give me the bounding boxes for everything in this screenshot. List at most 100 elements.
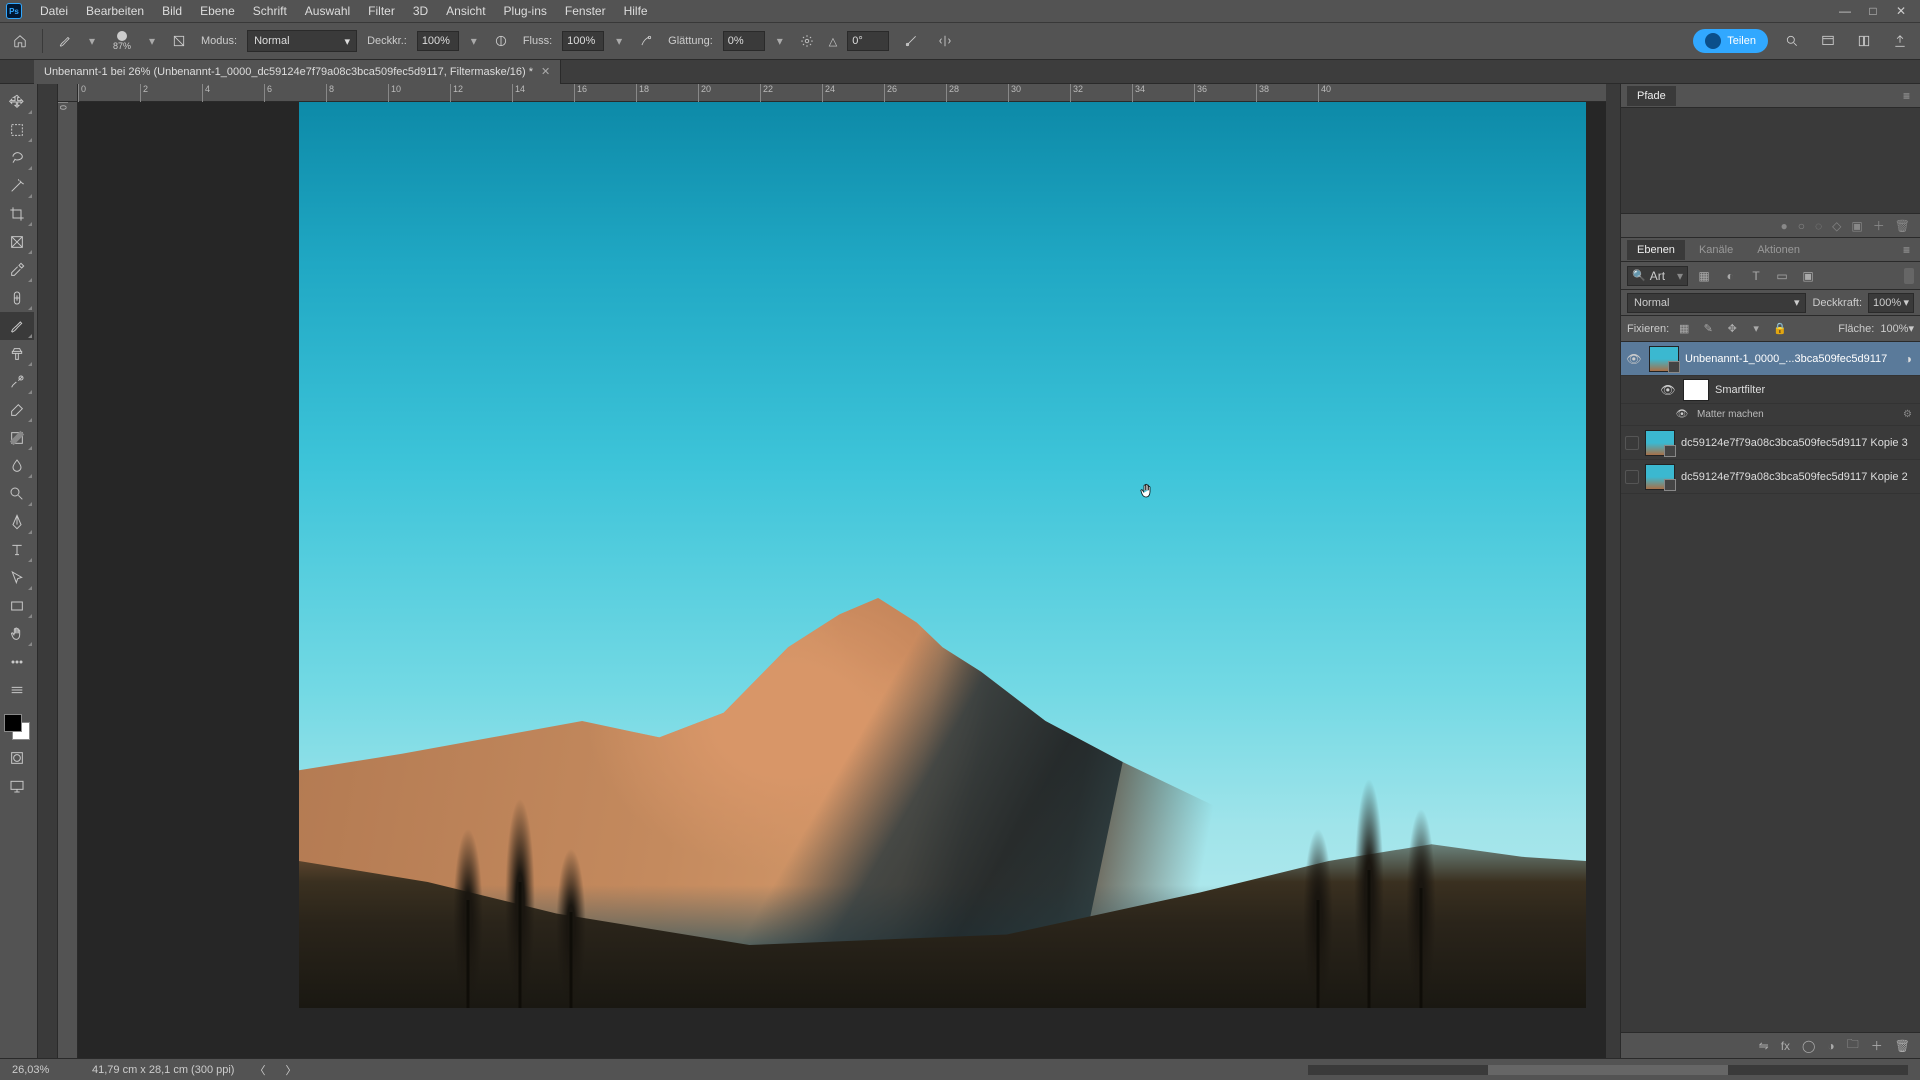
workspace-switcher[interactable] <box>1816 29 1840 53</box>
pen-tool[interactable] <box>0 508 34 536</box>
vertical-scrollbar[interactable] <box>1606 84 1620 1058</box>
menu-fenster[interactable]: Fenster <box>557 2 614 20</box>
window-maximize-button[interactable]: □ <box>1866 4 1880 18</box>
new-adjustment-layer-icon[interactable]: ◑ <box>1827 1039 1834 1053</box>
filter-shape-icon[interactable]: ▭ <box>1772 266 1792 286</box>
share-button[interactable]: Teilen <box>1693 29 1768 53</box>
layer-visibility-toggle[interactable] <box>1625 436 1639 450</box>
horizontal-ruler[interactable]: 0246810121416182022242628303234363840 <box>78 84 1606 102</box>
healing-brush-tool[interactable] <box>0 284 34 312</box>
delete-layer-icon[interactable]: 🗑 <box>1895 1039 1910 1053</box>
menu-hilfe[interactable]: Hilfe <box>616 2 656 20</box>
add-mask-icon[interactable]: ◯ <box>1802 1039 1815 1053</box>
blend-mode-select[interactable]: Normal▾ <box>247 30 357 52</box>
window-close-button[interactable]: ✕ <box>1894 4 1908 18</box>
scrollbar-thumb[interactable] <box>1488 1065 1728 1075</box>
layer-name[interactable]: Unbenannt-1_0000_...3bca509fec5d9117 <box>1685 353 1899 365</box>
filter-toggle[interactable] <box>1904 268 1914 284</box>
flow-input[interactable] <box>562 31 604 51</box>
filter-adjust-icon[interactable]: ◐ <box>1720 266 1740 286</box>
paths-tab[interactable]: Pfade <box>1627 86 1676 106</box>
menu-schrift[interactable]: Schrift <box>245 2 295 20</box>
filter-smart-icon[interactable]: ▣ <box>1798 266 1818 286</box>
layer-visibility-toggle[interactable]: 👁 <box>1625 350 1643 368</box>
menu-ansicht[interactable]: Ansicht <box>438 2 493 20</box>
load-path-selection-icon[interactable]: ◌ <box>1815 219 1822 233</box>
color-swatches[interactable] <box>0 710 34 744</box>
screen-mode-toggle[interactable] <box>0 772 34 800</box>
eyedropper-tool[interactable] <box>0 256 34 284</box>
layer-list[interactable]: 👁 Unbenannt-1_0000_...3bca509fec5d9117 ◑… <box>1621 342 1920 1032</box>
menu-datei[interactable]: Datei <box>32 2 76 20</box>
brush-tool-icon[interactable] <box>53 29 77 53</box>
layer-thumbnail[interactable] <box>1645 464 1675 490</box>
zoom-level[interactable]: 26,03% <box>12 1064 72 1076</box>
lock-image-icon[interactable]: ✎ <box>1699 322 1717 335</box>
layer-fill-input[interactable]: 100%▾ <box>1880 322 1914 335</box>
search-button[interactable] <box>1780 29 1804 53</box>
new-path-icon[interactable]: ＋ <box>1873 217 1885 234</box>
layer-row[interactable]: dc59124e7f79a08c3bca509fec5d9117 Kopie 2 <box>1621 460 1920 494</box>
channels-tab[interactable]: Kanäle <box>1689 240 1743 260</box>
lasso-tool[interactable] <box>0 144 34 172</box>
lock-position-icon[interactable]: ✥ <box>1723 322 1741 335</box>
symmetry-button[interactable] <box>933 29 957 53</box>
brush-panel-toggle[interactable] <box>167 29 191 53</box>
fill-path-icon[interactable]: ● <box>1781 219 1788 233</box>
ruler-origin[interactable] <box>58 84 78 102</box>
brush-tool[interactable] <box>0 312 34 340</box>
pressure-size-toggle[interactable] <box>899 29 923 53</box>
statusbar-nav-left-icon[interactable]: 〈 <box>254 1062 265 1078</box>
brush-picker-dropdown[interactable]: ▾ <box>147 34 157 48</box>
tool-preset-dropdown[interactable]: ▾ <box>87 34 97 48</box>
filter-type-icon[interactable]: T <box>1746 266 1766 286</box>
layers-panel-menu[interactable]: ≡ <box>1899 243 1914 257</box>
lock-nesting-icon[interactable]: ▾ <box>1747 322 1765 335</box>
path-select-tool[interactable] <box>0 564 34 592</box>
marquee-tool[interactable] <box>0 116 34 144</box>
hand-tool[interactable] <box>0 620 34 648</box>
arrange-documents-button[interactable] <box>1852 29 1876 53</box>
smartfilter-item-visibility[interactable]: 👁 <box>1673 406 1691 424</box>
menu-filter[interactable]: Filter <box>360 2 403 20</box>
home-button[interactable] <box>8 29 32 53</box>
layer-row[interactable]: dc59124e7f79a08c3bca509fec5d9117 Kopie 3 <box>1621 426 1920 460</box>
foreground-color-swatch[interactable] <box>4 714 22 732</box>
airbrush-toggle[interactable] <box>634 29 658 53</box>
more-tools[interactable] <box>0 648 34 676</box>
menu-ebene[interactable]: Ebene <box>192 2 243 20</box>
delete-path-icon[interactable]: 🗑 <box>1895 219 1910 233</box>
add-mask-icon[interactable]: ▣ <box>1851 219 1862 233</box>
export-share-button[interactable] <box>1888 29 1912 53</box>
layers-tab[interactable]: Ebenen <box>1627 240 1685 260</box>
opacity-input[interactable] <box>417 31 459 51</box>
clone-stamp-tool[interactable] <box>0 340 34 368</box>
brush-preview[interactable]: 87% <box>107 26 137 56</box>
blur-tool[interactable] <box>0 452 34 480</box>
paths-panel-menu[interactable]: ≡ <box>1899 89 1914 103</box>
smartfilter-item-row[interactable]: 👁 Matter machen ⚙ <box>1621 404 1920 426</box>
menu-3d[interactable]: 3D <box>405 2 436 20</box>
layer-blend-mode-select[interactable]: Normal▾ <box>1627 293 1806 313</box>
lock-transparency-icon[interactable]: ▦ <box>1675 322 1693 335</box>
layer-name[interactable]: dc59124e7f79a08c3bca509fec5d9117 Kopie 2 <box>1681 471 1916 483</box>
new-layer-icon[interactable]: ＋ <box>1871 1037 1883 1054</box>
move-tool[interactable] <box>0 88 34 116</box>
opacity-dropdown[interactable]: ▾ <box>469 34 479 48</box>
layer-thumbnail[interactable] <box>1645 430 1675 456</box>
gradient-tool[interactable] <box>0 424 34 452</box>
smoothing-options-button[interactable] <box>795 29 819 53</box>
paths-panel-body[interactable]: ● ○ ◌ ◇ ▣ ＋ 🗑 <box>1621 108 1920 238</box>
vertical-ruler[interactable]: 0 <box>58 102 78 1058</box>
make-workpath-icon[interactable]: ◇ <box>1832 219 1841 233</box>
pressure-opacity-toggle[interactable] <box>489 29 513 53</box>
menu-bild[interactable]: Bild <box>154 2 190 20</box>
document-tab[interactable]: Unbenannt-1 bei 26% (Unbenannt-1_0000_dc… <box>34 60 561 84</box>
new-group-icon[interactable]: 🗀 <box>1847 1035 1859 1056</box>
smartfilter-row[interactable]: 👁 Smartfilter <box>1621 376 1920 404</box>
smartfilter-item-name[interactable]: Matter machen <box>1697 409 1764 420</box>
smartfilter-visibility-toggle[interactable]: 👁 <box>1659 381 1677 399</box>
smoothing-input[interactable] <box>723 31 765 51</box>
lock-all-icon[interactable]: 🔒 <box>1771 322 1789 335</box>
menu-auswahl[interactable]: Auswahl <box>297 2 358 20</box>
